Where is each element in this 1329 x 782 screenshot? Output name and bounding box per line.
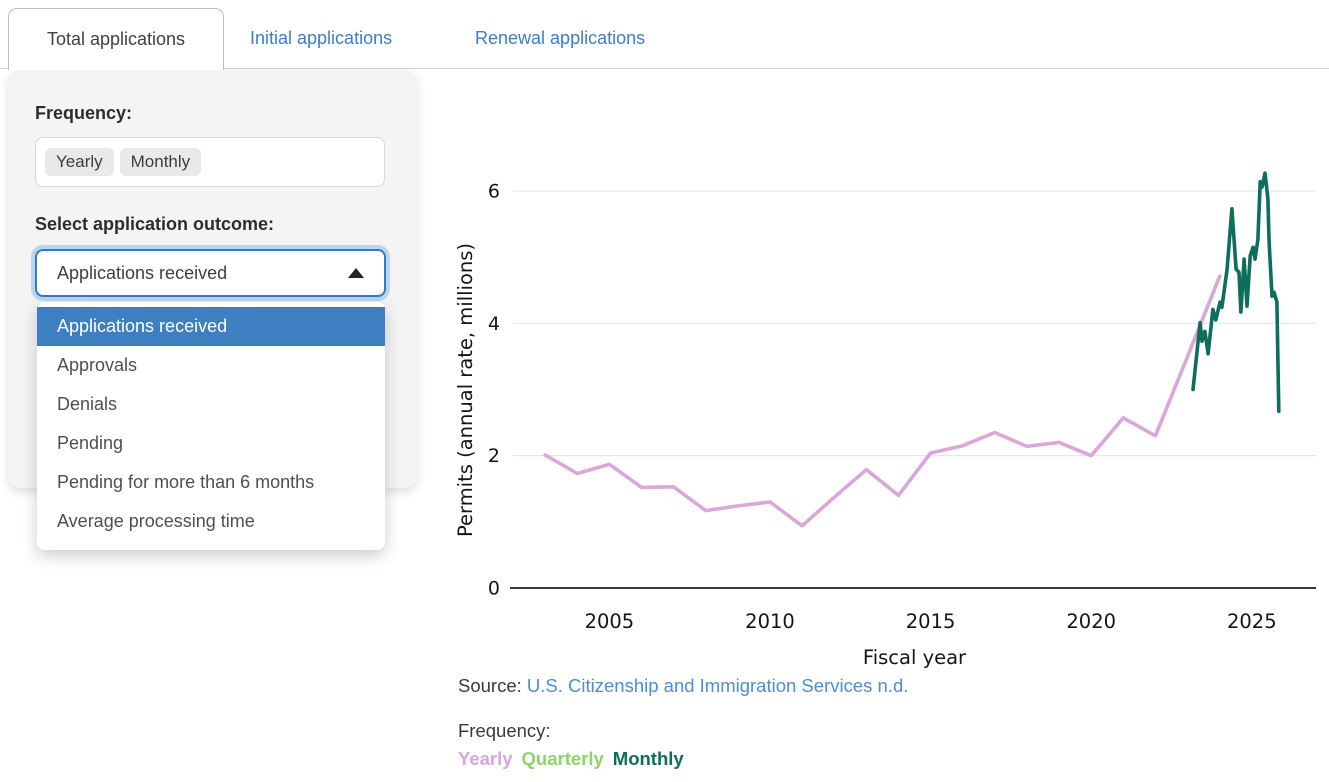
- tab-total-applications[interactable]: Total applications: [8, 8, 224, 70]
- frequency-option-yearly[interactable]: Yearly: [45, 148, 114, 176]
- x-tick-label: 2005: [585, 610, 635, 633]
- dropdown-option-approvals[interactable]: Approvals: [37, 346, 385, 385]
- x-tick-label: 2015: [906, 610, 956, 633]
- dropdown-option-denials[interactable]: Denials: [37, 385, 385, 424]
- outcome-select-value: Applications received: [57, 262, 228, 283]
- outcome-dropdown-menu: Applications received Approvals Denials …: [37, 302, 385, 550]
- app-root: Total applications Initial applications …: [0, 0, 1329, 782]
- y-tick-label: 6: [488, 180, 500, 202]
- outcome-label: Select application outcome:: [35, 214, 275, 234]
- legend-frequency-title: Frequency:: [458, 720, 551, 741]
- x-axis-label: Fiscal year: [863, 646, 967, 669]
- legend-item-quarterly[interactable]: Quarterly: [522, 748, 604, 770]
- frequency-option-monthly[interactable]: Monthly: [119, 148, 202, 176]
- legend-item-monthly[interactable]: Monthly: [613, 748, 684, 770]
- y-axis-label: Permits (annual rate, millions): [454, 243, 477, 537]
- dropdown-option-pending-6-months[interactable]: Pending for more than 6 months: [37, 463, 385, 502]
- dropdown-option-applications-received[interactable]: Applications received: [37, 307, 385, 346]
- chevron-up-icon: [348, 268, 364, 278]
- x-tick-label: 2025: [1227, 610, 1277, 633]
- tab-label: Total applications: [46, 29, 186, 49]
- y-tick-label: 4: [488, 313, 500, 335]
- frequency-option-group: Yearly Monthly: [35, 137, 385, 187]
- legend-items: Yearly Quarterly Monthly: [458, 748, 684, 770]
- dropdown-option-pending[interactable]: Pending: [37, 424, 385, 463]
- x-tick-label: 2020: [1066, 610, 1116, 633]
- outcome-select[interactable]: Applications received: [35, 249, 386, 297]
- source-link[interactable]: U.S. Citizenship and Immigration Service…: [527, 675, 908, 696]
- frequency-label: Frequency:: [35, 103, 133, 123]
- legend-item-yearly[interactable]: Yearly: [458, 748, 513, 770]
- x-tick-label: 2010: [745, 610, 795, 633]
- series-monthly-line: [1191, 171, 1281, 414]
- source-line: Source: U.S. Citizenship and Immigration…: [458, 675, 908, 697]
- y-tick-label: 2: [488, 445, 500, 467]
- y-tick-label: 0: [488, 578, 500, 600]
- series-yearly-line: [543, 274, 1222, 528]
- source-prefix: Source:: [458, 675, 522, 696]
- dropdown-option-average-processing-time[interactable]: Average processing time: [37, 502, 385, 541]
